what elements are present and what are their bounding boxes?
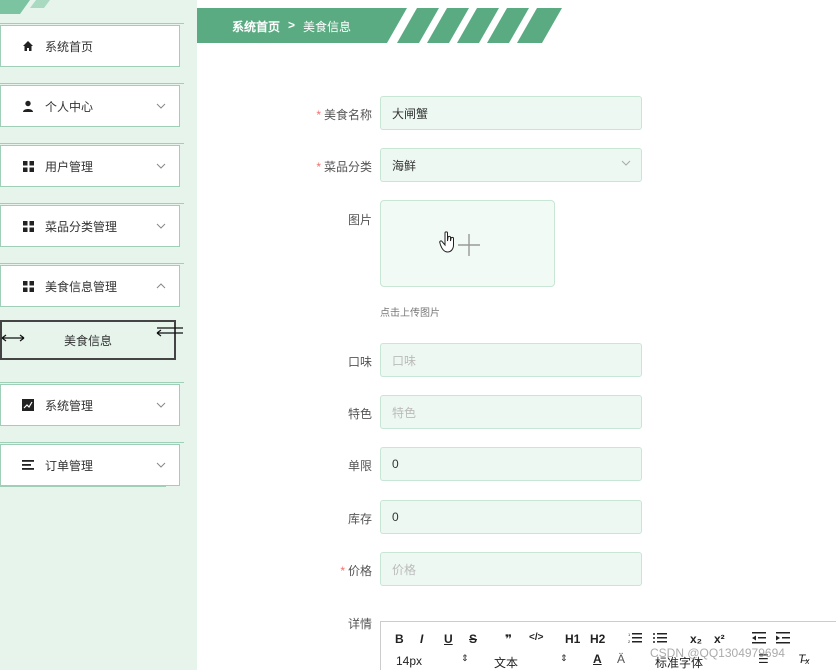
user-icon [21,99,35,113]
list-icon [21,458,35,472]
sidebar-item-food-info[interactable]: 美食信息管理 [0,265,180,307]
superscript-button[interactable]: x² [714,632,725,646]
chart-icon [21,398,35,412]
field-label: 单限 [347,459,372,473]
field-label: 特色 [347,407,372,421]
field-label: 库存 [347,512,372,526]
chevron-down-icon [155,160,167,172]
chevron-down-icon [155,100,167,112]
sidebar-item-users[interactable]: 用户管理 [0,145,180,187]
grid-icon [21,219,35,233]
font-color-icon[interactable]: A [593,652,602,666]
category-select[interactable]: 海鲜 [380,148,642,182]
updown-icon: ⇕ [560,653,568,663]
svg-text:2: 2 [628,639,631,644]
taste-input[interactable]: 口味 [380,343,642,377]
grid-icon [21,159,35,173]
resize-cursor-icon [156,327,183,337]
sidebar-item-label: 订单管理 [45,458,94,473]
home-icon [21,39,35,53]
limit-input[interactable]: 0 [380,447,642,481]
sidebar: 系统首页 个人中心 用户管理 菜品分类管理 美食信息管理 美食信息 系统管理 订… [0,0,197,670]
breadcrumb-current: 美食信息 [303,20,352,34]
decor-stripes [0,0,50,14]
background-color-icon[interactable]: Ä [617,652,625,666]
food-name-input[interactable]: 大闸蟹 [380,96,642,130]
sidebar-item-home[interactable]: 系统首页 [0,25,180,67]
sidebar-item-label: 菜品分类管理 [45,219,118,234]
field-label: * 价格 [340,564,372,578]
italic-button[interactable]: I [420,632,423,646]
image-upload-box[interactable] [380,200,555,287]
sidebar-item-orders[interactable]: 订单管理 [0,444,180,486]
field-label: 口味 [347,355,372,369]
sidebar-subitem-label: 美食信息 [63,333,112,348]
sidebar-item-label: 用户管理 [45,159,94,174]
strike-button[interactable]: S [469,632,477,646]
svg-text:1: 1 [628,632,631,637]
sidebar-subitem-food-info[interactable]: 美食信息 [0,320,176,360]
chevron-up-icon [155,280,167,292]
chevron-down-icon [155,220,167,232]
stock-input[interactable]: 0 [380,500,642,534]
field-label: * 菜品分类 [316,160,372,174]
chevron-down-icon [155,459,167,471]
price-input[interactable]: 价格 [380,552,642,586]
plus-icon [458,234,480,256]
sidebar-item-label: 系统首页 [45,39,94,54]
subscript-button[interactable]: x₂ [690,632,702,646]
outdent-icon[interactable] [752,632,766,644]
breadcrumb-separator: > [288,18,296,32]
breadcrumb-home[interactable]: 系统首页 [232,18,280,35]
h1-button[interactable]: H1 [565,632,580,646]
chevron-down-icon [155,399,167,411]
h2-button[interactable]: H2 [590,632,605,646]
font-size-select[interactable]: 14px [396,654,422,668]
sidebar-item-personal[interactable]: 个人中心 [0,85,180,127]
resize-cursor-icon [1,334,25,342]
indent-icon[interactable] [776,632,790,644]
breadcrumb: 系统首页 > 美食信息 [232,18,351,35]
blockquote-button[interactable]: ❞ [505,632,512,646]
sidebar-item-label: 系统管理 [45,398,94,413]
field-label: 详情 [347,617,372,631]
paragraph-select[interactable]: 文本 [494,654,518,671]
hand-cursor-icon [439,231,454,253]
clear-format-icon[interactable]: T̶ₓ [798,652,810,666]
field-label: 图片 [347,213,372,227]
chevron-down-icon [621,160,631,166]
sidebar-item-dish-category[interactable]: 菜品分类管理 [0,205,180,247]
category-select-value: 海鲜 [392,158,417,173]
feature-input[interactable]: 特色 [380,395,642,429]
upload-hint: 点击上传图片 [380,308,440,319]
field-label: * 美食名称 [316,108,372,122]
sidebar-item-label: 美食信息管理 [45,279,118,294]
ordered-list-icon[interactable]: 1 2 [628,632,642,644]
underline-button[interactable]: U [444,632,453,646]
sidebar-item-label: 个人中心 [45,99,94,114]
bullet-list-icon[interactable] [653,632,667,644]
sidebar-item-system[interactable]: 系统管理 [0,384,180,426]
bold-button[interactable]: B [395,632,404,646]
updown-icon: ⇕ [461,653,469,663]
watermark: CSDN @QQ1304979694 [650,646,785,660]
grid-icon [21,279,35,293]
code-block-button[interactable]: </> [529,632,543,643]
